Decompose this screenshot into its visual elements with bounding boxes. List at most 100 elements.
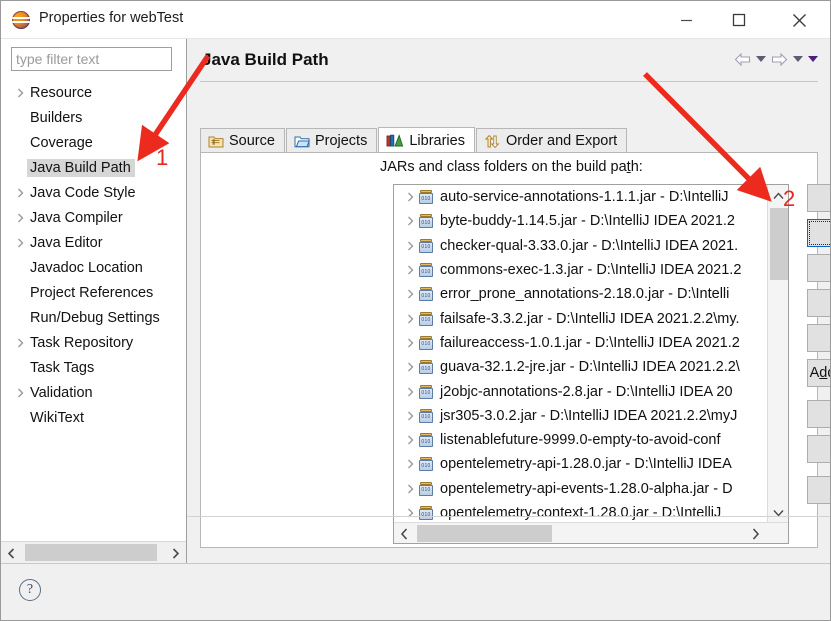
chevron-right-icon[interactable] <box>402 387 418 397</box>
chevron-left-icon[interactable] <box>394 523 415 543</box>
sidebar-item-label: Validation <box>30 384 93 401</box>
list-vscroll-thumb[interactable] <box>770 208 788 280</box>
jar-list-row[interactable]: 010 j2objc-annotations-2.8.jar - D:\Intel… <box>394 379 768 403</box>
arrow-left-icon[interactable] <box>734 53 751 66</box>
add-jars-button[interactable]: Add JARs... <box>807 184 830 212</box>
sidebar-scroll-thumb[interactable] <box>25 544 157 561</box>
sidebar-item-label: WikiText <box>30 409 84 426</box>
tab-projects[interactable]: Projects <box>285 128 378 153</box>
jar-list-row[interactable]: 010 jsr305-3.0.2.jar - D:\IntelliJ IDEA 2… <box>394 404 768 428</box>
add-library-button[interactable]: Add Library... <box>807 289 830 317</box>
close-button[interactable] <box>776 1 822 39</box>
settings-page: Java Build Path Source Projects Libraries O… <box>187 39 830 563</box>
properties-dialog: Properties for webTest Resource Builders C… <box>0 0 831 621</box>
chevron-right-icon[interactable] <box>13 188 28 198</box>
jar-list-row[interactable]: 010 checker-qual-3.33.0.jar - D:\IntelliJ… <box>394 234 768 258</box>
chevron-right-icon[interactable] <box>13 213 28 223</box>
filter-input[interactable] <box>11 47 172 71</box>
chevron-right-icon[interactable] <box>13 388 28 398</box>
remove-button: Remove <box>807 435 830 463</box>
sidebar-item-task-tags[interactable]: Task Tags <box>1 355 187 380</box>
add-class-folder-button[interactable]: Add Class Folder... <box>807 324 830 352</box>
sidebar-item-label: Java Editor <box>30 234 103 251</box>
add-external-jars-button[interactable]: Add External JARs... <box>807 219 830 247</box>
sidebar-item-javadoc-location[interactable]: Javadoc Location <box>1 255 187 280</box>
arrow-right-icon[interactable] <box>771 53 788 66</box>
chevron-right-icon[interactable] <box>402 216 418 226</box>
jar-icon: 010 <box>418 213 434 229</box>
tab-source[interactable]: Source <box>200 128 285 153</box>
jar-list-row[interactable]: 010 opentelemetry-context-1.28.0.jar - D:… <box>394 501 768 523</box>
annotation-number-1: 1 <box>156 145 169 170</box>
jar-list-row[interactable]: 010 error_prone_annotations-2.18.0.jar - … <box>394 282 768 306</box>
jar-list-row-label: commons-exec-1.3.jar - D:\IntelliJ IDEA … <box>440 262 742 279</box>
back-chevron-down-icon[interactable] <box>756 56 766 63</box>
jar-list-row[interactable]: 010 opentelemetry-api-1.28.0.jar - D:\Int… <box>394 452 768 476</box>
chevron-right-icon[interactable] <box>13 238 28 248</box>
sidebar-item-label: Java Code Style <box>30 184 136 201</box>
chevron-right-icon[interactable] <box>402 192 418 202</box>
jar-list-row-label: auto-service-annotations-1.1.1.jar - D:\… <box>440 189 729 206</box>
chevron-down-icon[interactable] <box>768 502 788 523</box>
list-vertical-scrollbar[interactable] <box>767 185 788 523</box>
list-horizontal-scrollbar[interactable] <box>394 522 788 543</box>
sidebar-item-validation[interactable]: Validation <box>1 380 187 405</box>
minimize-button[interactable] <box>663 1 709 39</box>
chevron-right-icon[interactable] <box>402 241 418 251</box>
jar-list-row[interactable]: 010 listenablefuture-9999.0-empty-to-avoi… <box>394 428 768 452</box>
jar-list-row[interactable]: 010 guava-32.1.2-jre.jar - D:\IntelliJ ID… <box>394 355 768 379</box>
sidebar-item-label: Run/Debug Settings <box>30 309 160 326</box>
tab-order-and-export[interactable]: Order and Export <box>475 128 628 153</box>
tab-libraries[interactable]: Libraries <box>378 127 475 153</box>
sidebar-item-run-debug-settings[interactable]: Run/Debug Settings <box>1 305 187 330</box>
jar-list-row-label: jsr305-3.0.2.jar - D:\IntelliJ IDEA 2021… <box>440 407 738 424</box>
sidebar-horizontal-scrollbar[interactable] <box>1 541 186 563</box>
settings-sidebar: Resource Builders Coverage Java Build Path J… <box>1 39 187 563</box>
jar-list-row[interactable]: 010 opentelemetry-api-events-1.28.0-alpha… <box>394 477 768 501</box>
sidebar-item-wikitext[interactable]: WikiText <box>1 405 187 430</box>
apply-separator <box>187 516 830 517</box>
sidebar-item-resource[interactable]: Resource <box>1 80 187 105</box>
chevron-right-icon[interactable] <box>402 484 418 494</box>
question-mark-help-icon[interactable]: ? <box>19 579 41 601</box>
jar-list-row-label: listenablefuture-9999.0-empty-to-avoid-c… <box>440 432 721 449</box>
overflow-chevron-down-icon[interactable] <box>808 56 818 63</box>
sidebar-item-builders[interactable]: Builders <box>1 105 187 130</box>
page-title: Java Build Path <box>202 50 329 69</box>
sidebar-item-project-references[interactable]: Project References <box>1 280 187 305</box>
sidebar-item-task-repository[interactable]: Task Repository <box>1 330 187 355</box>
eclipse-sphere-icon <box>12 11 30 29</box>
jar-icon: 010 <box>418 505 434 521</box>
chevron-right-icon[interactable] <box>402 362 418 372</box>
chevron-right-icon[interactable] <box>13 338 28 348</box>
jar-list-row[interactable]: 010 commons-exec-1.3.jar - D:\IntelliJ ID… <box>394 258 768 282</box>
chevron-right-icon[interactable] <box>13 88 28 98</box>
chevron-right-icon[interactable] <box>402 411 418 421</box>
build-path-entries-list[interactable]: 010 auto-service-annotations-1.1.1.jar - … <box>393 184 789 544</box>
forward-chevron-down-icon[interactable] <box>793 56 803 63</box>
jar-icon: 010 <box>418 238 434 254</box>
jar-list-row[interactable]: 010 failsafe-3.3.2.jar - D:\IntelliJ IDEA… <box>394 306 768 330</box>
jar-list-row[interactable]: 010 byte-buddy-1.14.5.jar - D:\IntelliJ I… <box>394 209 768 233</box>
add-variable-button[interactable]: Add Variable... <box>807 254 830 282</box>
maximize-button[interactable] <box>716 1 762 39</box>
sidebar-scroll-right-icon[interactable] <box>165 542 186 564</box>
chevron-right-icon[interactable] <box>402 435 418 445</box>
jar-list-row[interactable]: 010 auto-service-annotations-1.1.1.jar - … <box>394 185 768 209</box>
chevron-right-icon[interactable] <box>402 289 418 299</box>
chevron-right-icon[interactable] <box>402 459 418 469</box>
build-path-actions: Add JARs... Add External JARs... Add Varia… <box>807 184 830 511</box>
jar-list-row[interactable]: 010 failureaccess-1.0.1.jar - D:\IntelliJ… <box>394 331 768 355</box>
sidebar-item-java-editor[interactable]: Java Editor <box>1 230 187 255</box>
add-external-class-folder-button[interactable]: Add External Class Folder... <box>807 359 830 387</box>
chevron-right-icon[interactable] <box>402 314 418 324</box>
chevron-right-icon[interactable] <box>402 265 418 275</box>
sidebar-item-java-code-style[interactable]: Java Code Style <box>1 180 187 205</box>
jar-icon: 010 <box>418 432 434 448</box>
sidebar-item-java-compiler[interactable]: Java Compiler <box>1 205 187 230</box>
chevron-right-icon[interactable] <box>402 338 418 348</box>
chevron-right-icon[interactable] <box>745 523 766 543</box>
sidebar-scroll-left-icon[interactable] <box>1 542 22 564</box>
list-hscroll-thumb[interactable] <box>417 525 552 542</box>
jar-icon: 010 <box>418 456 434 472</box>
